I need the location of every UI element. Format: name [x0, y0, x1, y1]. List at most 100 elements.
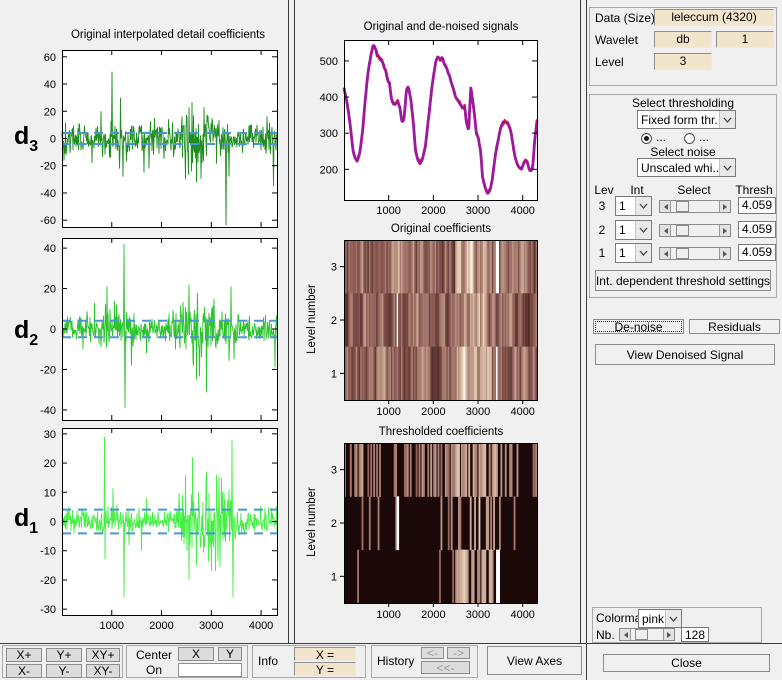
svg-text:2: 2 [331, 518, 337, 530]
level-1-threshold-edit[interactable]: 4.059 [738, 244, 776, 261]
slider-right-arrow[interactable] [719, 225, 730, 236]
history-reset-button[interactable]: <<- [421, 661, 470, 675]
threshold-type-radio-2[interactable] [684, 133, 695, 144]
svg-text:3000: 3000 [466, 406, 490, 418]
right-panel-border [586, 0, 587, 680]
level-2-interval-select[interactable]: 1 [615, 220, 652, 240]
level-1-interval-select[interactable]: 1 [615, 243, 652, 263]
slider-left-arrow[interactable] [620, 629, 631, 640]
level-3-number: 3 [598, 199, 606, 213]
colormap-select[interactable]: pink [638, 609, 682, 628]
view-denoised-signal-button[interactable]: View Denoised Signal [595, 344, 775, 365]
svg-text:2: 2 [331, 315, 337, 327]
noise-structure-value: Unscaled whi... [641, 160, 719, 175]
chevron-down-icon[interactable] [635, 221, 651, 239]
level-1-threshold-slider[interactable] [659, 247, 731, 260]
mid-panel-right-border [580, 0, 581, 643]
wavelet-number-value: 1 [716, 31, 774, 48]
svg-text:3000: 3000 [466, 205, 490, 217]
zoom-x-plus-button[interactable]: X+ [6, 648, 42, 662]
slider-thumb[interactable] [676, 248, 689, 259]
svg-text:200: 200 [320, 164, 338, 176]
svg-text:-40: -40 [40, 405, 56, 417]
chevron-down-icon[interactable] [719, 111, 735, 128]
svg-text:-60: -60 [40, 215, 56, 227]
thresholded-coefficients-heatmap[interactable]: 3 2 1 1000 2000 3000 4000 [296, 435, 562, 625]
signal-plot[interactable]: 500 400 300 200 1000 2000 3000 4000 [312, 32, 564, 220]
level-2-number: 2 [598, 223, 606, 237]
center-x-button[interactable]: X [178, 647, 214, 661]
history-forward-button[interactable]: -> [447, 646, 470, 660]
d1-plot[interactable]: 30 20 10 0 -10 -20 -30 1000 2000 3000 4000 [18, 420, 290, 636]
close-button[interactable]: Close [603, 654, 770, 672]
level-3-interval-select[interactable]: 1 [615, 196, 652, 216]
svg-text:30: 30 [44, 429, 56, 441]
svg-text:20: 20 [44, 284, 56, 296]
slider-left-arrow[interactable] [660, 248, 671, 259]
d3-plot[interactable]: 60 40 20 0 -20 -40 -60 [18, 42, 290, 234]
level-3-threshold-slider[interactable] [659, 200, 731, 213]
center-label: Center [135, 648, 173, 662]
threshold-type-radio-1[interactable] [641, 133, 652, 144]
slider-left-arrow[interactable] [660, 225, 671, 236]
slider-left-arrow[interactable] [660, 201, 671, 212]
level-1-number: 1 [598, 246, 606, 260]
slider-right-arrow[interactable] [719, 248, 730, 259]
slider-right-arrow[interactable] [663, 629, 674, 640]
chevron-down-icon[interactable] [719, 159, 735, 176]
history-back-button[interactable]: <- [421, 646, 444, 660]
nb-colors-slider[interactable] [619, 628, 675, 641]
svg-text:4000: 4000 [510, 609, 534, 621]
slider-thumb[interactable] [676, 201, 689, 212]
d2-plot[interactable]: 40 20 0 -20 -40 [18, 230, 290, 428]
chevron-down-icon[interactable] [665, 610, 681, 627]
zoom-y-minus-button[interactable]: Y- [46, 664, 82, 678]
level-2-threshold-slider[interactable] [659, 224, 731, 237]
zoom-xy-minus-button[interactable]: XY- [86, 664, 120, 678]
select-noise-label: Select noise [650, 145, 716, 159]
original-coefficients-heatmap[interactable]: 3 2 1 1000 2000 3000 4000 [296, 232, 562, 422]
nb-colors-edit[interactable]: 128 [681, 627, 709, 642]
chevron-down-icon[interactable] [635, 244, 651, 262]
svg-text:-20: -20 [40, 575, 56, 587]
x-coordinate-readout: X = [294, 647, 356, 662]
colormap-label: Colorma [596, 611, 642, 625]
thresholding-method-select[interactable]: Fixed form thr... [637, 110, 736, 129]
svg-text:0: 0 [50, 324, 56, 336]
column-header-select: Select [677, 183, 711, 197]
level-label: Level [595, 55, 624, 69]
noise-structure-select[interactable]: Unscaled whi... [637, 158, 736, 177]
zoom-y-plus-button[interactable]: Y+ [46, 648, 82, 662]
chevron-down-icon[interactable] [635, 197, 651, 215]
svg-text:4000: 4000 [249, 620, 273, 632]
int-dependent-threshold-button[interactable]: Int. dependent threshold settings [595, 270, 771, 291]
svg-text:2000: 2000 [421, 205, 445, 217]
svg-text:-30: -30 [40, 604, 56, 616]
svg-text:-10: -10 [40, 546, 56, 558]
level-3-threshold-edit[interactable]: 4.059 [738, 197, 776, 214]
svg-text:400: 400 [320, 92, 338, 104]
slider-right-arrow[interactable] [719, 201, 730, 212]
residuals-button[interactable]: Residuals [689, 319, 780, 334]
svg-text:0: 0 [50, 134, 56, 146]
center-on-input[interactable] [178, 663, 242, 677]
slider-thumb[interactable] [635, 629, 648, 640]
level-2-threshold-edit[interactable]: 4.059 [738, 221, 776, 238]
slider-thumb[interactable] [676, 225, 689, 236]
svg-text:-20: -20 [40, 161, 56, 173]
nb-colors-label: Nb. [596, 628, 615, 642]
zoom-xy-plus-button[interactable]: XY+ [86, 648, 120, 662]
level-value: 3 [654, 53, 712, 70]
svg-text:40: 40 [44, 79, 56, 91]
view-axes-button[interactable]: View Axes [487, 646, 582, 675]
zoom-x-minus-button[interactable]: X- [6, 664, 42, 678]
svg-text:3000: 3000 [199, 620, 223, 632]
svg-text:2000: 2000 [149, 620, 173, 632]
column-header-thresh: Thresh [735, 183, 773, 197]
denoise-button[interactable]: De-noise [593, 319, 684, 334]
data-size-value: leleccum (4320) [654, 9, 774, 26]
level-1-interval-value: 1 [619, 246, 626, 260]
data-size-label: Data (Size) [595, 11, 656, 25]
level-2-interval-value: 1 [619, 223, 626, 237]
center-y-button[interactable]: Y [218, 647, 242, 661]
